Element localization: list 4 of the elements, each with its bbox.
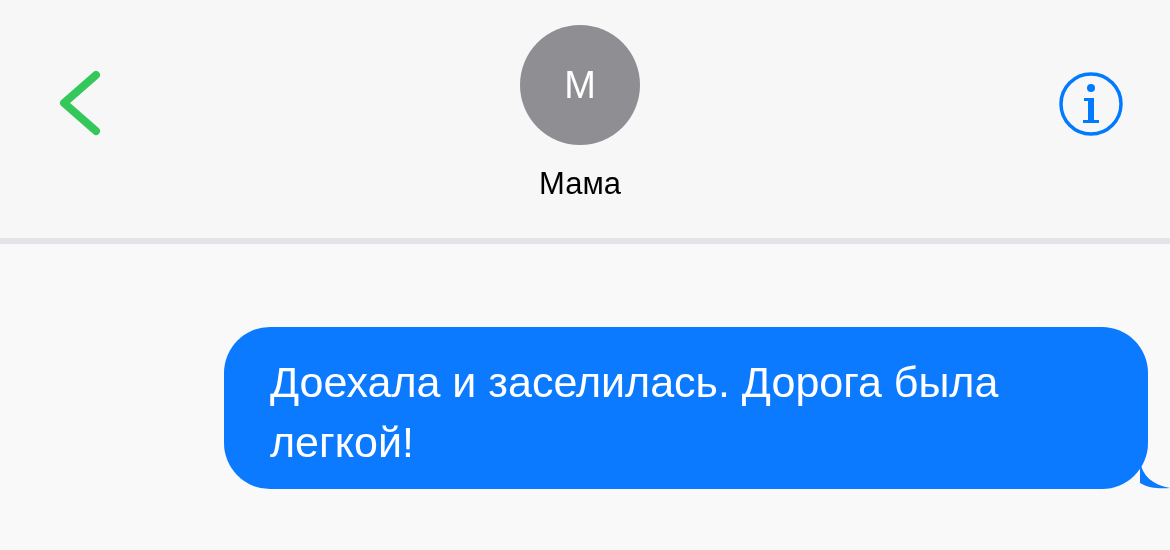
contact-name: Мама [539,165,621,203]
info-icon[interactable] [1058,71,1124,137]
message-text: Доехала и заселилась. Дорога была легкой! [270,357,1000,468]
avatar[interactable]: M [520,25,640,145]
